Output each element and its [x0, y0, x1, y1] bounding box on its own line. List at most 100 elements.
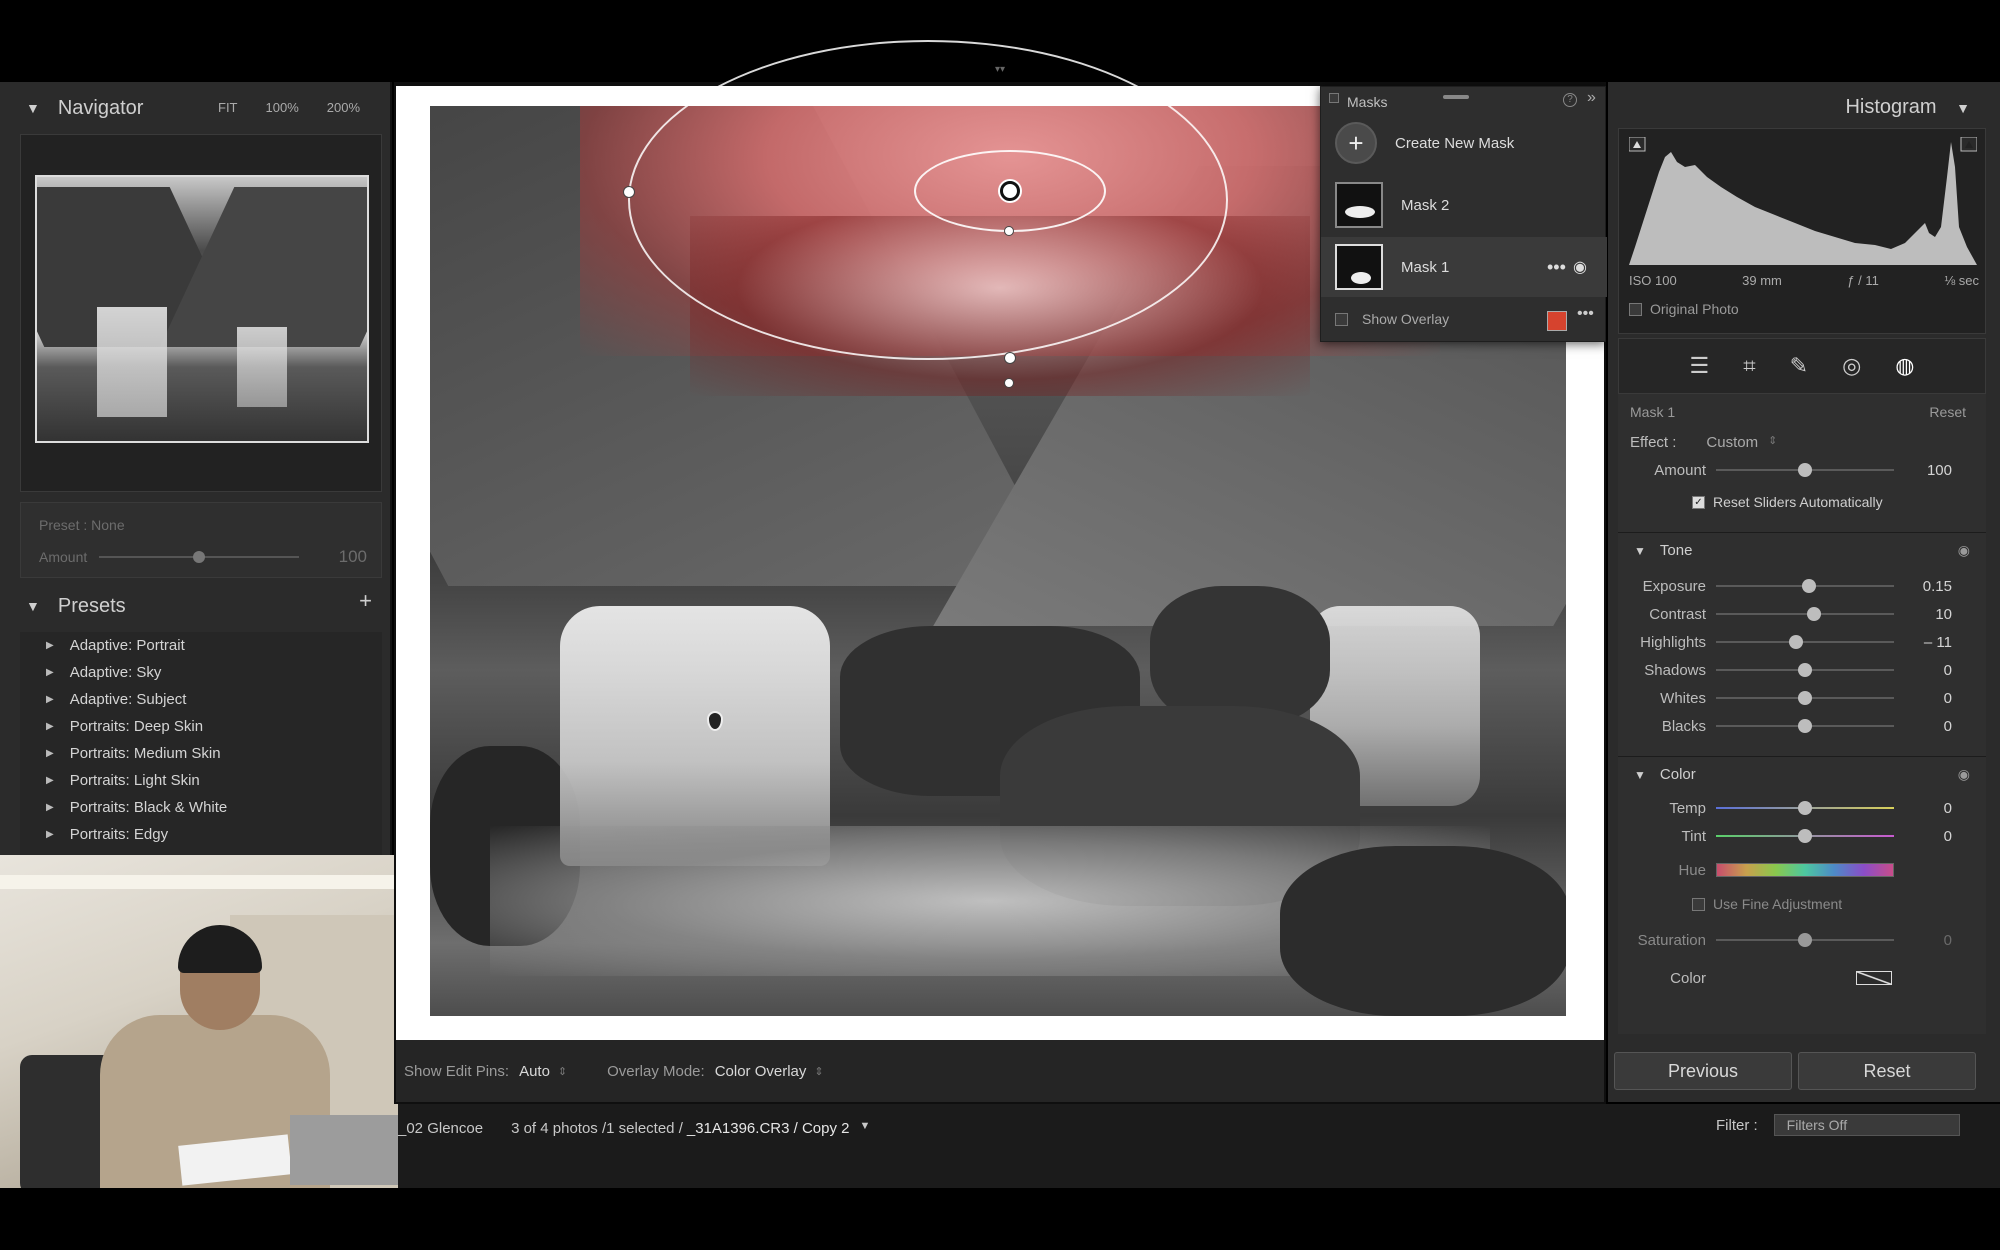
- tone-slider[interactable]: [1716, 719, 1894, 733]
- preset-amount-slider[interactable]: [99, 551, 299, 563]
- tint-slider[interactable]: [1716, 829, 1894, 843]
- fine-adjustment-toggle[interactable]: Use Fine Adjustment: [1692, 896, 1842, 912]
- crop-icon[interactable]: ⌗: [1743, 353, 1755, 379]
- expand-arrow-icon[interactable]: ▶: [46, 694, 54, 705]
- overlay-color-swatch[interactable]: [1547, 311, 1567, 331]
- temp-slider[interactable]: [1716, 801, 1894, 815]
- aperture: ƒ / 11: [1847, 273, 1879, 288]
- show-overlay-checkbox[interactable]: [1335, 312, 1348, 326]
- select-caret-icon[interactable]: ⇕: [814, 1065, 823, 1078]
- zoom-fit[interactable]: FIT: [218, 100, 238, 115]
- visibility-eye-icon[interactable]: ◉: [1958, 766, 1970, 783]
- select-caret-icon[interactable]: ⇕: [558, 1065, 567, 1078]
- create-new-mask-button[interactable]: + Create New Mask: [1321, 113, 1607, 173]
- collapse-triangle-icon[interactable]: ▼: [1956, 100, 1970, 116]
- redeye-icon[interactable]: ◎: [1842, 353, 1861, 379]
- tone-slider[interactable]: [1716, 579, 1894, 593]
- more-options-icon[interactable]: •••: [1547, 257, 1566, 278]
- folder-name[interactable]: _02 Glencoe: [398, 1120, 483, 1137]
- previous-button[interactable]: Previous: [1614, 1052, 1792, 1090]
- tone-slider[interactable]: [1716, 663, 1894, 677]
- preset-item[interactable]: ▶ Portraits: Edgy: [20, 821, 382, 848]
- expand-arrow-icon[interactable]: ▶: [46, 802, 54, 813]
- expand-arrow-icon[interactable]: ▶: [46, 667, 54, 678]
- slider-knob[interactable]: [1789, 635, 1803, 649]
- collapse-triangle-icon[interactable]: ▼: [1634, 544, 1646, 558]
- hue-gradient-bar[interactable]: [1716, 863, 1894, 877]
- navigator-thumbnail[interactable]: [35, 175, 369, 443]
- slider-knob[interactable]: [1807, 607, 1821, 621]
- filter-select[interactable]: Filters Off: [1773, 1114, 1960, 1136]
- slider-knob[interactable]: [1798, 801, 1812, 815]
- mask-handle[interactable]: [1004, 226, 1014, 236]
- color-swatch-none[interactable]: [1856, 971, 1892, 985]
- dropdown-caret-icon[interactable]: ▼: [859, 1120, 870, 1137]
- preset-item[interactable]: ▶ Adaptive: Sky: [20, 659, 382, 686]
- slider-knob[interactable]: [1798, 829, 1812, 843]
- expand-arrow-icon[interactable]: ▶: [46, 640, 54, 651]
- mask-item-mask-2[interactable]: Mask 2: [1321, 175, 1607, 235]
- add-preset-icon[interactable]: +: [359, 588, 372, 614]
- preset-item[interactable]: ▶ Portraits: Black & White: [20, 794, 382, 821]
- tone-slider[interactable]: [1716, 691, 1894, 705]
- reset-sliders-toggle[interactable]: ✓ Reset Sliders Automatically: [1692, 494, 1883, 510]
- mask-handle[interactable]: [623, 186, 635, 198]
- mask-handle[interactable]: [1004, 352, 1016, 364]
- slider-knob[interactable]: [1798, 933, 1812, 947]
- expand-arrow-icon[interactable]: ▶: [46, 775, 54, 786]
- slider-knob[interactable]: [193, 551, 205, 563]
- zoom-100[interactable]: 100%: [266, 100, 299, 115]
- masking-icon[interactable]: ◍: [1895, 353, 1914, 379]
- mask-reset-link[interactable]: Reset: [1929, 404, 1966, 420]
- collapse-triangle-icon[interactable]: ▼: [26, 100, 40, 116]
- overlay-options-icon[interactable]: •••: [1577, 305, 1594, 323]
- mask-center-pin[interactable]: [1000, 181, 1020, 201]
- presets-header[interactable]: ▼ Presets: [0, 580, 392, 632]
- slider-knob[interactable]: [1802, 579, 1816, 593]
- slider-knob[interactable]: [1798, 719, 1812, 733]
- tone-slider[interactable]: [1716, 635, 1894, 649]
- expand-arrow-icon[interactable]: ▶: [46, 721, 54, 732]
- expand-arrow-icon[interactable]: ▶: [46, 829, 54, 840]
- develop-tool-strip: ☰ ⌗ ✎ ◎ ◍: [1618, 338, 1986, 394]
- tone-section-header[interactable]: ▼ Tone ◉: [1618, 532, 1986, 568]
- preset-item[interactable]: ▶ Adaptive: Portrait: [20, 632, 382, 659]
- preset-item[interactable]: ▶ Portraits: Light Skin: [20, 767, 382, 794]
- preset-item[interactable]: ▶ Portraits: Deep Skin: [20, 713, 382, 740]
- expand-arrow-icon[interactable]: ▶: [46, 748, 54, 759]
- mask-amount-slider[interactable]: [1716, 463, 1894, 477]
- reset-button[interactable]: Reset: [1798, 1052, 1976, 1090]
- select-caret-icon[interactable]: ⇕: [1768, 434, 1777, 451]
- preset-item[interactable]: ▶ Portraits: Medium Skin: [20, 740, 382, 767]
- tone-slider[interactable]: [1716, 607, 1894, 621]
- original-photo-checkbox[interactable]: [1629, 302, 1642, 316]
- original-photo-toggle[interactable]: Original Photo: [1629, 301, 1739, 317]
- collapse-triangle-icon[interactable]: ▼: [26, 598, 40, 614]
- tone-slider-row: Whites 0: [1618, 684, 1952, 712]
- help-icon[interactable]: ?: [1563, 93, 1577, 107]
- sliders-icon[interactable]: ☰: [1690, 353, 1710, 379]
- healing-icon[interactable]: ✎: [1790, 353, 1808, 379]
- slider-knob[interactable]: [1798, 691, 1812, 705]
- mask-handle[interactable]: [1004, 378, 1014, 388]
- preset-item[interactable]: ▶ Adaptive: Subject: [20, 686, 382, 713]
- overlay-mode-select[interactable]: Color Overlay: [715, 1063, 807, 1080]
- histogram-header[interactable]: Histogram ▼: [1845, 96, 1970, 119]
- slider-knob[interactable]: [1798, 663, 1812, 677]
- fine-adjustment-checkbox[interactable]: [1692, 897, 1705, 911]
- mask-item-mask-1[interactable]: Mask 1 ••• ◉: [1321, 237, 1607, 297]
- collapse-triangle-icon[interactable]: ▼: [1634, 768, 1646, 782]
- file-name[interactable]: _31A1396.CR3 / Copy 2: [687, 1120, 850, 1137]
- reset-sliders-checkbox[interactable]: ✓: [1692, 495, 1705, 509]
- effect-select[interactable]: Custom: [1706, 434, 1758, 451]
- color-section-header[interactable]: ▼ Color ◉: [1618, 756, 1986, 792]
- visibility-eye-icon[interactable]: ◉: [1573, 257, 1587, 277]
- preset-label: Adaptive: Portrait: [69, 637, 185, 654]
- collapse-panel-icon[interactable]: »: [1587, 89, 1596, 107]
- visibility-eye-icon[interactable]: ◉: [1958, 542, 1970, 559]
- show-edit-pins-select[interactable]: Auto: [519, 1063, 550, 1080]
- drag-handle-icon[interactable]: [1443, 95, 1469, 99]
- slider-knob[interactable]: [1798, 463, 1812, 477]
- zoom-200[interactable]: 200%: [327, 100, 360, 115]
- saturation-slider[interactable]: [1716, 933, 1894, 947]
